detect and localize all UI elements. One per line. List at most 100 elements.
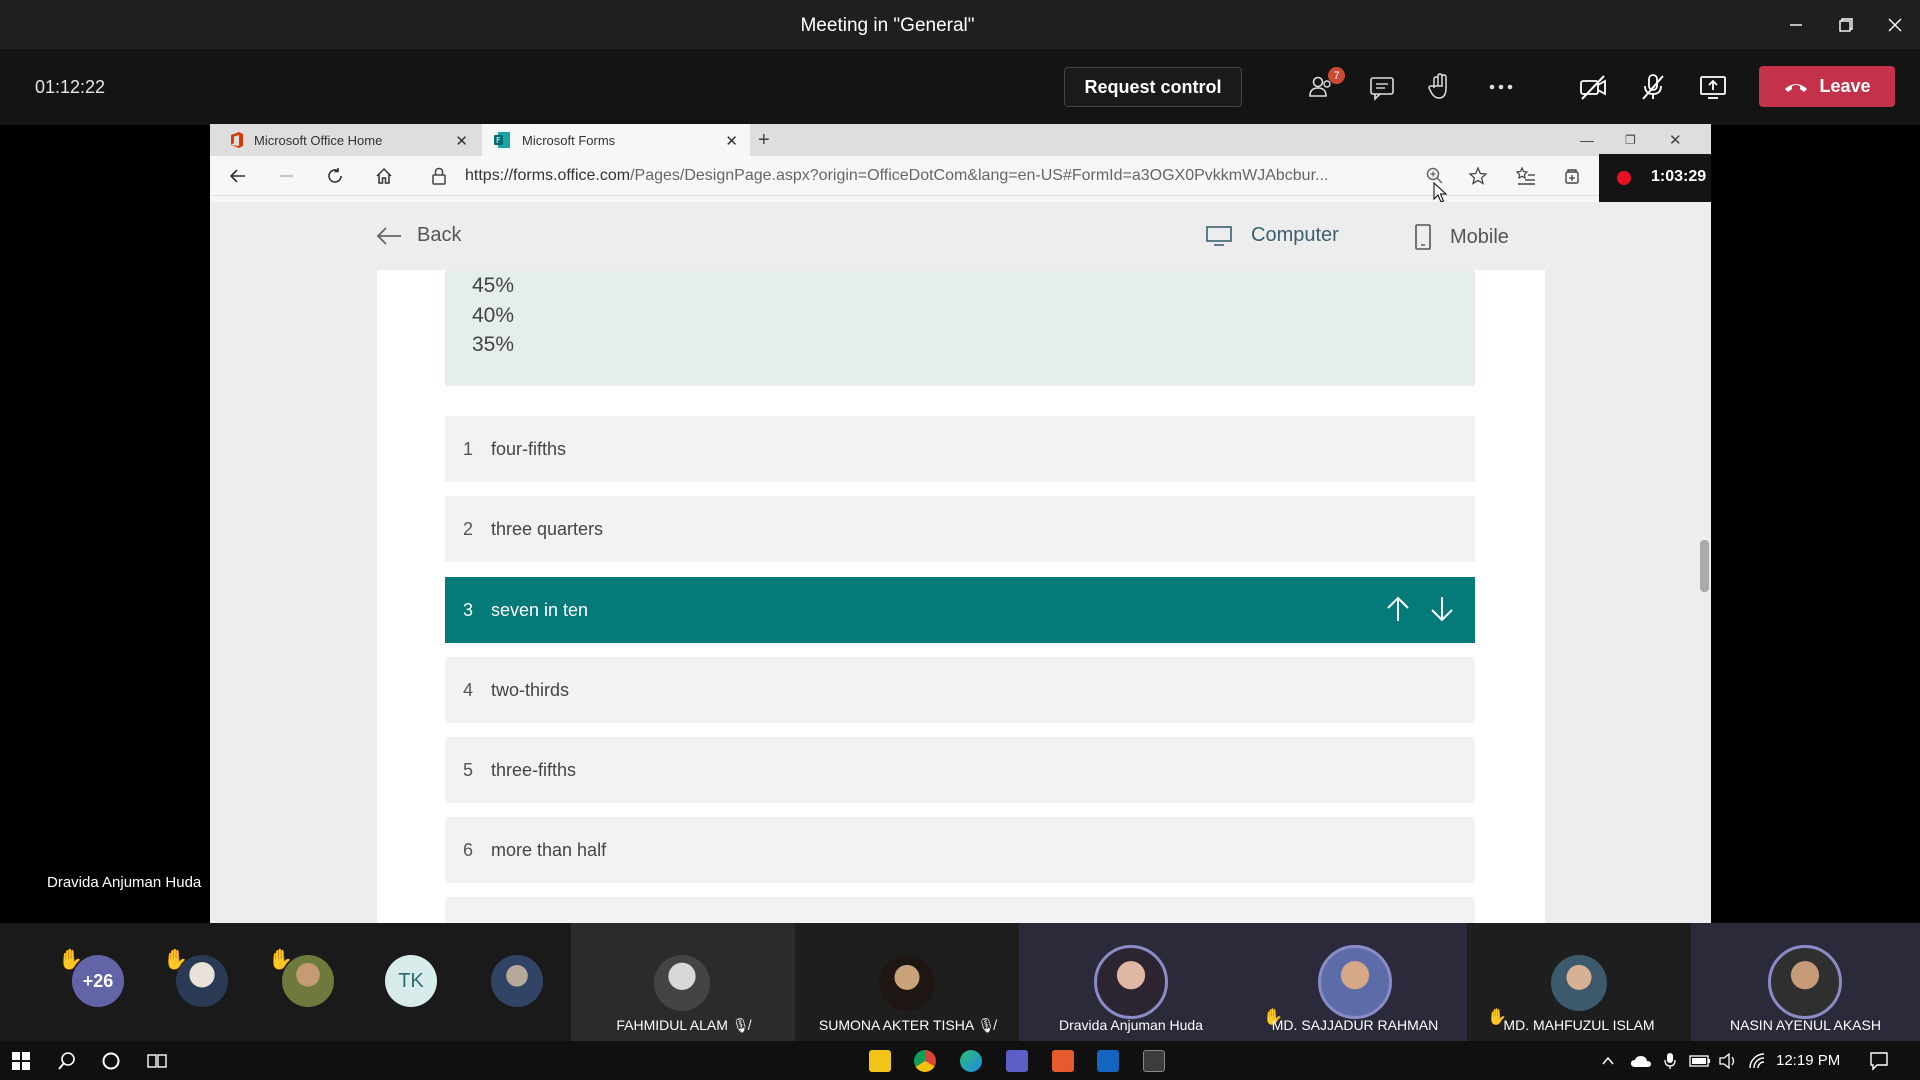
forms-design-page: Back Computer Mobile 45% 40% 35% 1 four-f… (210, 202, 1711, 923)
presenter-name: Dravida Anjuman Huda (47, 874, 202, 891)
microphone-icon[interactable] (1663, 1052, 1677, 1070)
tab-office-home[interactable]: Microsoft Office Home ✕ (210, 124, 480, 156)
new-tab-icon[interactable]: + (758, 124, 788, 156)
window-title: Meeting in "General" (800, 15, 975, 36)
file-explorer-icon[interactable] (869, 1050, 891, 1072)
participants-count-badge: 7 (1328, 67, 1345, 84)
leave-button[interactable]: Leave (1759, 66, 1895, 107)
participant-name: MD. SAJJADUR RAHMAN (1271, 1017, 1439, 1033)
camera-off-icon[interactable] (1577, 71, 1609, 103)
url-field[interactable]: https://forms.office.com/Pages/DesignPag… (465, 167, 1328, 185)
teams-icon[interactable] (1006, 1050, 1028, 1072)
tab-microsoft-forms[interactable]: F Microsoft Forms ✕ (482, 124, 750, 156)
avatar[interactable] (176, 955, 228, 1007)
battery-icon[interactable] (1689, 1054, 1711, 1068)
participant-tile[interactable]: NASIN AYENUL AKASH (1691, 923, 1920, 1041)
collections-icon[interactable] (1562, 166, 1582, 186)
ranking-option[interactable]: 4 two-thirds (445, 657, 1475, 723)
forms-logo-icon: F (494, 132, 510, 148)
favorites-list-icon[interactable] (1515, 166, 1537, 186)
share-screen-icon[interactable] (1697, 71, 1729, 103)
onedrive-cloud-icon[interactable] (1630, 1053, 1652, 1069)
page-scrollbar[interactable] (1697, 270, 1711, 923)
correct-answer-box: 45% 40% 35% (445, 270, 1475, 386)
option-number: 4 (462, 679, 473, 700)
tab-close-icon[interactable]: ✕ (455, 132, 468, 150)
ranking-option[interactable]: 2 three quarters (445, 496, 1475, 562)
word-icon[interactable] (1097, 1050, 1119, 1072)
favorite-star-icon[interactable] (1468, 166, 1488, 186)
view-mobile-button[interactable]: Mobile (1414, 224, 1509, 250)
more-participants-button[interactable]: +26 (72, 955, 124, 1007)
calculator-icon[interactable] (1143, 1050, 1165, 1072)
edge-icon[interactable] (960, 1050, 982, 1072)
back-arrow-icon[interactable] (228, 166, 248, 186)
mobile-phone-icon (1415, 224, 1431, 250)
avatar-initials[interactable]: TK (385, 955, 437, 1007)
chat-icon[interactable] (1366, 71, 1398, 103)
app-icon[interactable] (1052, 1050, 1074, 1072)
chevron-up-icon[interactable] (1600, 1053, 1616, 1069)
percentage-value: 35% (472, 333, 515, 356)
ranking-option[interactable]: 1 four-fifths (445, 416, 1475, 482)
browser-restore-icon[interactable]: ❐ (1625, 124, 1636, 156)
restore-icon[interactable] (1833, 12, 1859, 38)
back-label: Back (417, 224, 462, 246)
browser-close-icon[interactable]: ✕ (1669, 124, 1682, 156)
notifications-icon[interactable] (1869, 1051, 1889, 1071)
avatar[interactable] (491, 955, 543, 1007)
participant-tile[interactable]: ✋ MD. SAJJADUR RAHMAN (1243, 923, 1467, 1041)
avatar (654, 955, 710, 1011)
browser-minimize-icon[interactable]: — (1580, 124, 1594, 156)
more-options-icon[interactable] (1485, 71, 1517, 103)
mic-off-icon: 🎙︎̸ (731, 1017, 750, 1033)
recording-dot-icon (1617, 171, 1631, 185)
participant-name: NASIN AYENUL AKASH (1730, 1017, 1881, 1033)
percentage-value: 45% (472, 274, 515, 297)
ranking-option[interactable]: 6 more than half (445, 817, 1475, 883)
scrollbar-thumb[interactable] (1700, 540, 1709, 592)
ranking-option-partial[interactable] (445, 897, 1475, 923)
participant-tile[interactable]: SUMONA AKTER TISHA 🎙︎̸ (795, 923, 1019, 1041)
avatar-speaking (1094, 945, 1168, 1019)
tab-close-icon[interactable]: ✕ (725, 132, 738, 150)
option-number: 3 (462, 599, 473, 620)
task-view-icon[interactable] (146, 1051, 168, 1071)
mic-off-icon[interactable] (1637, 71, 1669, 103)
participant-tile[interactable]: Dravida Anjuman Huda (1019, 923, 1243, 1041)
close-icon[interactable] (1882, 12, 1908, 38)
participant-name: SUMONA AKTER TISHA 🎙︎̸ (818, 1017, 996, 1033)
view-computer-button[interactable]: Computer (1205, 224, 1339, 247)
move-down-arrow-icon[interactable] (1429, 595, 1455, 623)
windows-start-icon[interactable] (11, 1051, 31, 1071)
monitor-icon (1206, 225, 1232, 246)
ranking-option-selected[interactable]: 3 seven in ten (445, 577, 1475, 643)
office-logo-icon (231, 132, 243, 148)
ranking-option[interactable]: 5 three-fifths (445, 737, 1475, 803)
participant-tile[interactable]: FAHMIDUL ALAM 🎙︎̸ (571, 923, 795, 1041)
forward-arrow-icon[interactable] (277, 166, 297, 186)
request-control-button[interactable]: Request control (1064, 67, 1242, 107)
minimize-icon[interactable] (1783, 12, 1809, 38)
percentage-value: 40% (472, 304, 515, 327)
move-up-arrow-icon[interactable] (1385, 595, 1411, 623)
cortana-icon[interactable] (101, 1051, 121, 1071)
participant-tile[interactable]: ✋ MD. MAHFUZUL ISLAM (1467, 923, 1691, 1041)
taskbar-clock[interactable]: 12:19 PM (1776, 1052, 1840, 1069)
avatar[interactable] (282, 955, 334, 1007)
search-icon[interactable] (57, 1051, 77, 1071)
avatar (1551, 955, 1607, 1011)
url-path: /Pages/DesignPage.aspx?origin=OfficeDotC… (630, 167, 1329, 184)
svg-text:F: F (496, 136, 501, 145)
volume-icon[interactable] (1718, 1053, 1738, 1069)
wifi-icon[interactable] (1748, 1053, 1766, 1069)
tab-label: Microsoft Office Home (254, 132, 383, 148)
chrome-icon[interactable] (914, 1050, 936, 1072)
raise-hand-icon[interactable] (1424, 71, 1456, 103)
back-button[interactable]: Back (375, 224, 461, 247)
home-icon[interactable] (374, 166, 394, 186)
participant-name: FAHMIDUL ALAM 🎙︎̸ (616, 1017, 750, 1033)
address-bar: https://forms.office.com/Pages/DesignPag… (210, 156, 1711, 203)
refresh-icon[interactable] (325, 166, 345, 186)
recording-time: 1:03:29 (1651, 168, 1707, 185)
